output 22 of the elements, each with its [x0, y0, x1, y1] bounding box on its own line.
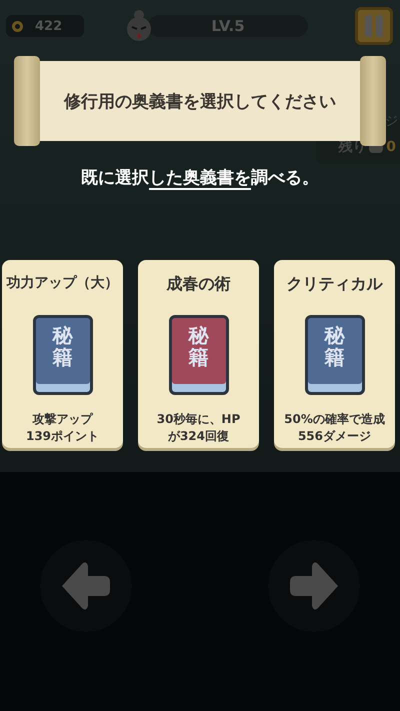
card-title: クリティカル [286, 274, 382, 295]
book-title: 秘籍 [188, 324, 208, 371]
skill-card[interactable]: クリティカル 秘籍 50%の確率で造成 556ダメージ [274, 260, 395, 448]
coin-count: 422 [35, 18, 62, 34]
banner-title: 修行用の奥義書を選択してください [64, 90, 336, 112]
hint-text: 既に選択 [81, 167, 149, 190]
book-title: 秘籍 [324, 324, 344, 371]
card-title: 成春の術 [166, 274, 230, 295]
hint-text: 調べる。 [251, 167, 319, 190]
card-description: 50%の確率で造成 556ダメージ [284, 411, 385, 446]
book-title: 秘籍 [52, 324, 72, 371]
level-label: LV.5 [211, 17, 245, 35]
pause-icon [363, 13, 385, 39]
pause-button[interactable] [355, 7, 393, 45]
card-title: 功力アップ（大） [6, 274, 118, 293]
remaining-count: 0 [386, 139, 396, 155]
skill-card[interactable]: 成春の術 秘籍 30秒毎に、HP が324回復 [138, 260, 259, 448]
card-description: 攻撃アップ 139ポイント [26, 411, 100, 446]
hint-link[interactable]: した奥義書を [149, 166, 251, 190]
card-description: 30秒毎に、HP が324回復 [156, 411, 240, 446]
skill-card[interactable]: 功力アップ（大） 秘籍 攻撃アップ 139ポイント [2, 260, 123, 448]
coin-icon [12, 20, 23, 32]
